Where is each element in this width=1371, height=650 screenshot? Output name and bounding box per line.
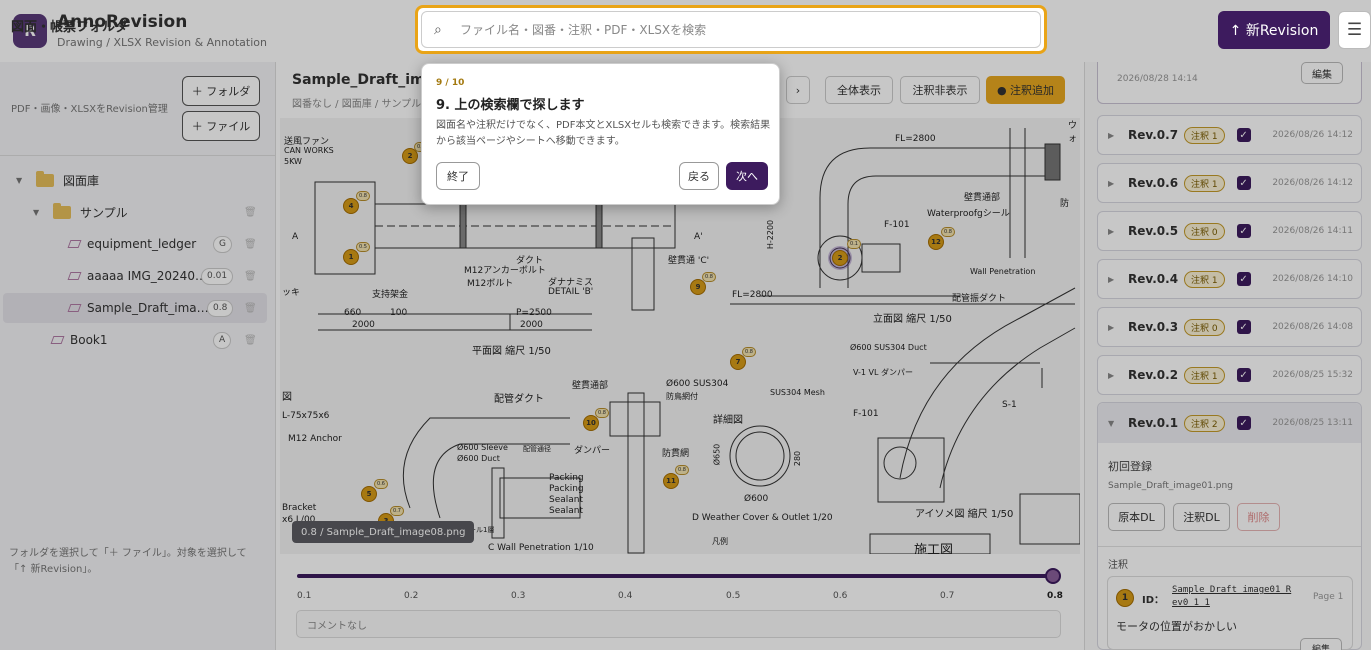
tour-back-button[interactable]: 戻る [679,162,719,190]
tour-step-title: 9. 上の検索欄で探します [436,98,585,113]
search-icon: ⌕ [434,21,442,38]
tour-next-button[interactable]: 次へ [726,162,768,190]
tour-finish-button[interactable]: 終了 [436,162,480,190]
tour-popover: 9 / 10 9. 上の検索欄で探します 図面名や注釈だけでなく、PDF本文とX… [421,63,780,205]
search-box[interactable]: ⌕ [421,11,1041,48]
tour-step-counter: 9 / 10 [436,78,465,88]
tour-step-body: 図面名や注釈だけでなく、PDF本文とXLSXセルも検索できます。検索結果から該当… [436,120,771,147]
new-revision-button[interactable]: ↑ 新Revision [1218,11,1330,49]
menu-icon[interactable]: ☰ [1338,11,1371,49]
search-spotlight: ⌕ [415,5,1047,54]
search-input[interactable] [460,22,1000,37]
